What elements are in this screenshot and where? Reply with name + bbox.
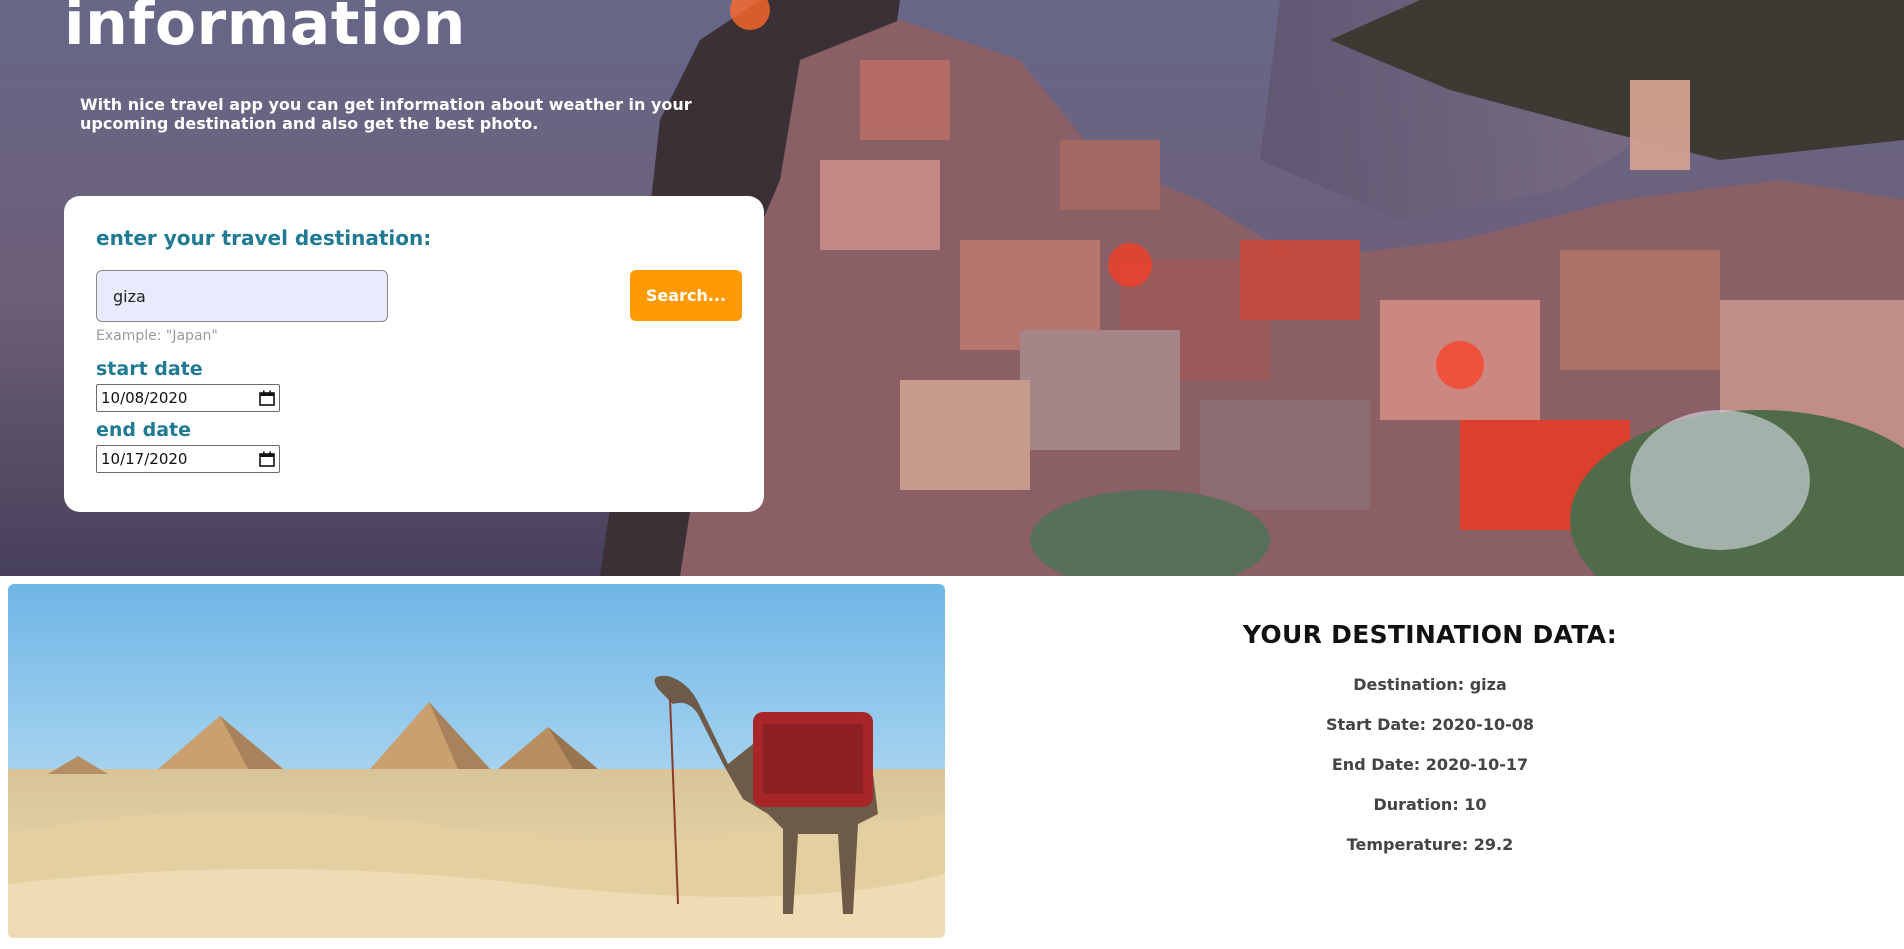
start-date-label: start date: [96, 358, 203, 380]
search-button[interactable]: Search...: [630, 270, 742, 321]
start-date-input[interactable]: 10/08/2020: [96, 384, 280, 412]
destination-photo: [8, 584, 945, 938]
destination-label: enter your travel destination:: [96, 226, 432, 250]
calendar-icon[interactable]: [259, 390, 275, 406]
destination-data-list: Destination: giza Start Date: 2020-10-08…: [1046, 675, 1814, 855]
destination-example-hint: Example: "Japan": [96, 328, 218, 344]
end-date-input[interactable]: 10/17/2020: [96, 445, 280, 473]
result-destination: Destination: giza: [1353, 675, 1507, 694]
hero-description: With nice travel app you can get informa…: [80, 95, 692, 133]
result-temperature: Temperature: 29.2: [1346, 835, 1514, 854]
destination-data-title: YOUR DESTINATION DATA:: [1232, 620, 1618, 652]
start-date-value: 10/08/2020: [101, 389, 188, 407]
hero-section: information With nice travel app you can…: [0, 0, 1904, 576]
end-date-label: end date: [96, 419, 192, 441]
result-start-date: Start Date: 2020-10-08: [1326, 715, 1534, 734]
end-date-value: 10/17/2020: [101, 450, 188, 468]
hero-title: information: [64, 0, 466, 59]
travel-form-card: enter your travel destination: Search...…: [64, 196, 764, 512]
calendar-icon[interactable]: [259, 451, 275, 467]
destination-data-title-text: YOUR DESTINATION DATA:: [1242, 620, 1618, 649]
destination-input[interactable]: [96, 270, 388, 322]
result-end-date: End Date: 2020-10-17: [1331, 755, 1529, 774]
result-duration: Duration: 10: [1373, 795, 1487, 814]
destination-data-panel: YOUR DESTINATION DATA: Destination: giza…: [1046, 620, 1814, 855]
